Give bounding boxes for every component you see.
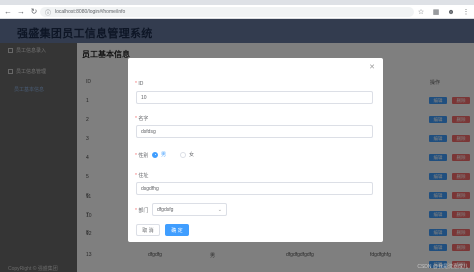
name-label: * 名字 — [135, 116, 149, 122]
table-cell-address: dfgdfgdfgdfg — [286, 252, 314, 258]
address-bar[interactable]: ⓘ localhost:8080/login#/home/info — [40, 7, 414, 17]
radio-checked-icon — [152, 151, 158, 158]
table-row-id: 13 — [86, 252, 92, 258]
id-field[interactable] — [136, 91, 373, 104]
radio-unchecked-icon — [180, 151, 187, 158]
address-field[interactable] — [136, 182, 373, 195]
gender-radio-male[interactable]: 男 — [152, 151, 166, 158]
id-label: * ID — [135, 81, 144, 87]
gender-radio-female[interactable]: 女 — [180, 151, 194, 158]
reload-icon[interactable]: ↻ — [29, 7, 39, 17]
table-cell-dept: fdgdfghfg — [370, 252, 391, 258]
gender-label: * 性别 — [135, 153, 149, 159]
chevron-down-icon: ⌄ — [217, 207, 222, 213]
profile-icon[interactable]: ☻ — [447, 7, 455, 17]
confirm-button[interactable]: 确 定 — [165, 224, 189, 236]
info-icon: ⓘ — [45, 10, 52, 17]
watermark: CSDN @我是沈嘉成儿 — [417, 264, 468, 270]
arrow-right-icon[interactable]: → — [16, 7, 26, 17]
edit-dialog: ✕ * ID * 名字 * 性别 男 女 * 住址 * 部门 dfgdsfg ⌄… — [128, 58, 383, 242]
dept-label: * 部门 — [135, 208, 149, 214]
star-icon[interactable]: ☆ — [417, 7, 425, 17]
menu-icon[interactable]: ⋮ — [462, 7, 470, 17]
cancel-button[interactable]: 取 消 — [136, 224, 160, 236]
browser-toolbar: ← → ↻ ⓘ localhost:8080/login#/home/info … — [0, 5, 474, 19]
dept-select-value: dfgdsfg — [157, 206, 174, 213]
gender-radio-group: 男 女 — [152, 151, 194, 158]
address-label: * 住址 — [135, 173, 149, 179]
table-row-id: 11 — [86, 194, 92, 200]
close-icon[interactable]: ✕ — [369, 63, 375, 71]
table-cell-name: dfgdfg — [148, 252, 162, 258]
url-text: localhost:8080/login#/home/info — [55, 9, 126, 15]
extensions-icon[interactable]: ▦ — [432, 7, 440, 17]
table-row-id: 10 — [86, 213, 92, 219]
table-row-id: 12 — [86, 231, 92, 237]
name-field[interactable] — [136, 125, 373, 138]
arrow-left-icon[interactable]: ← — [3, 7, 13, 17]
dept-select[interactable]: dfgdsfg ⌄ — [152, 203, 227, 216]
table-cell-gender: 男 — [210, 253, 216, 259]
